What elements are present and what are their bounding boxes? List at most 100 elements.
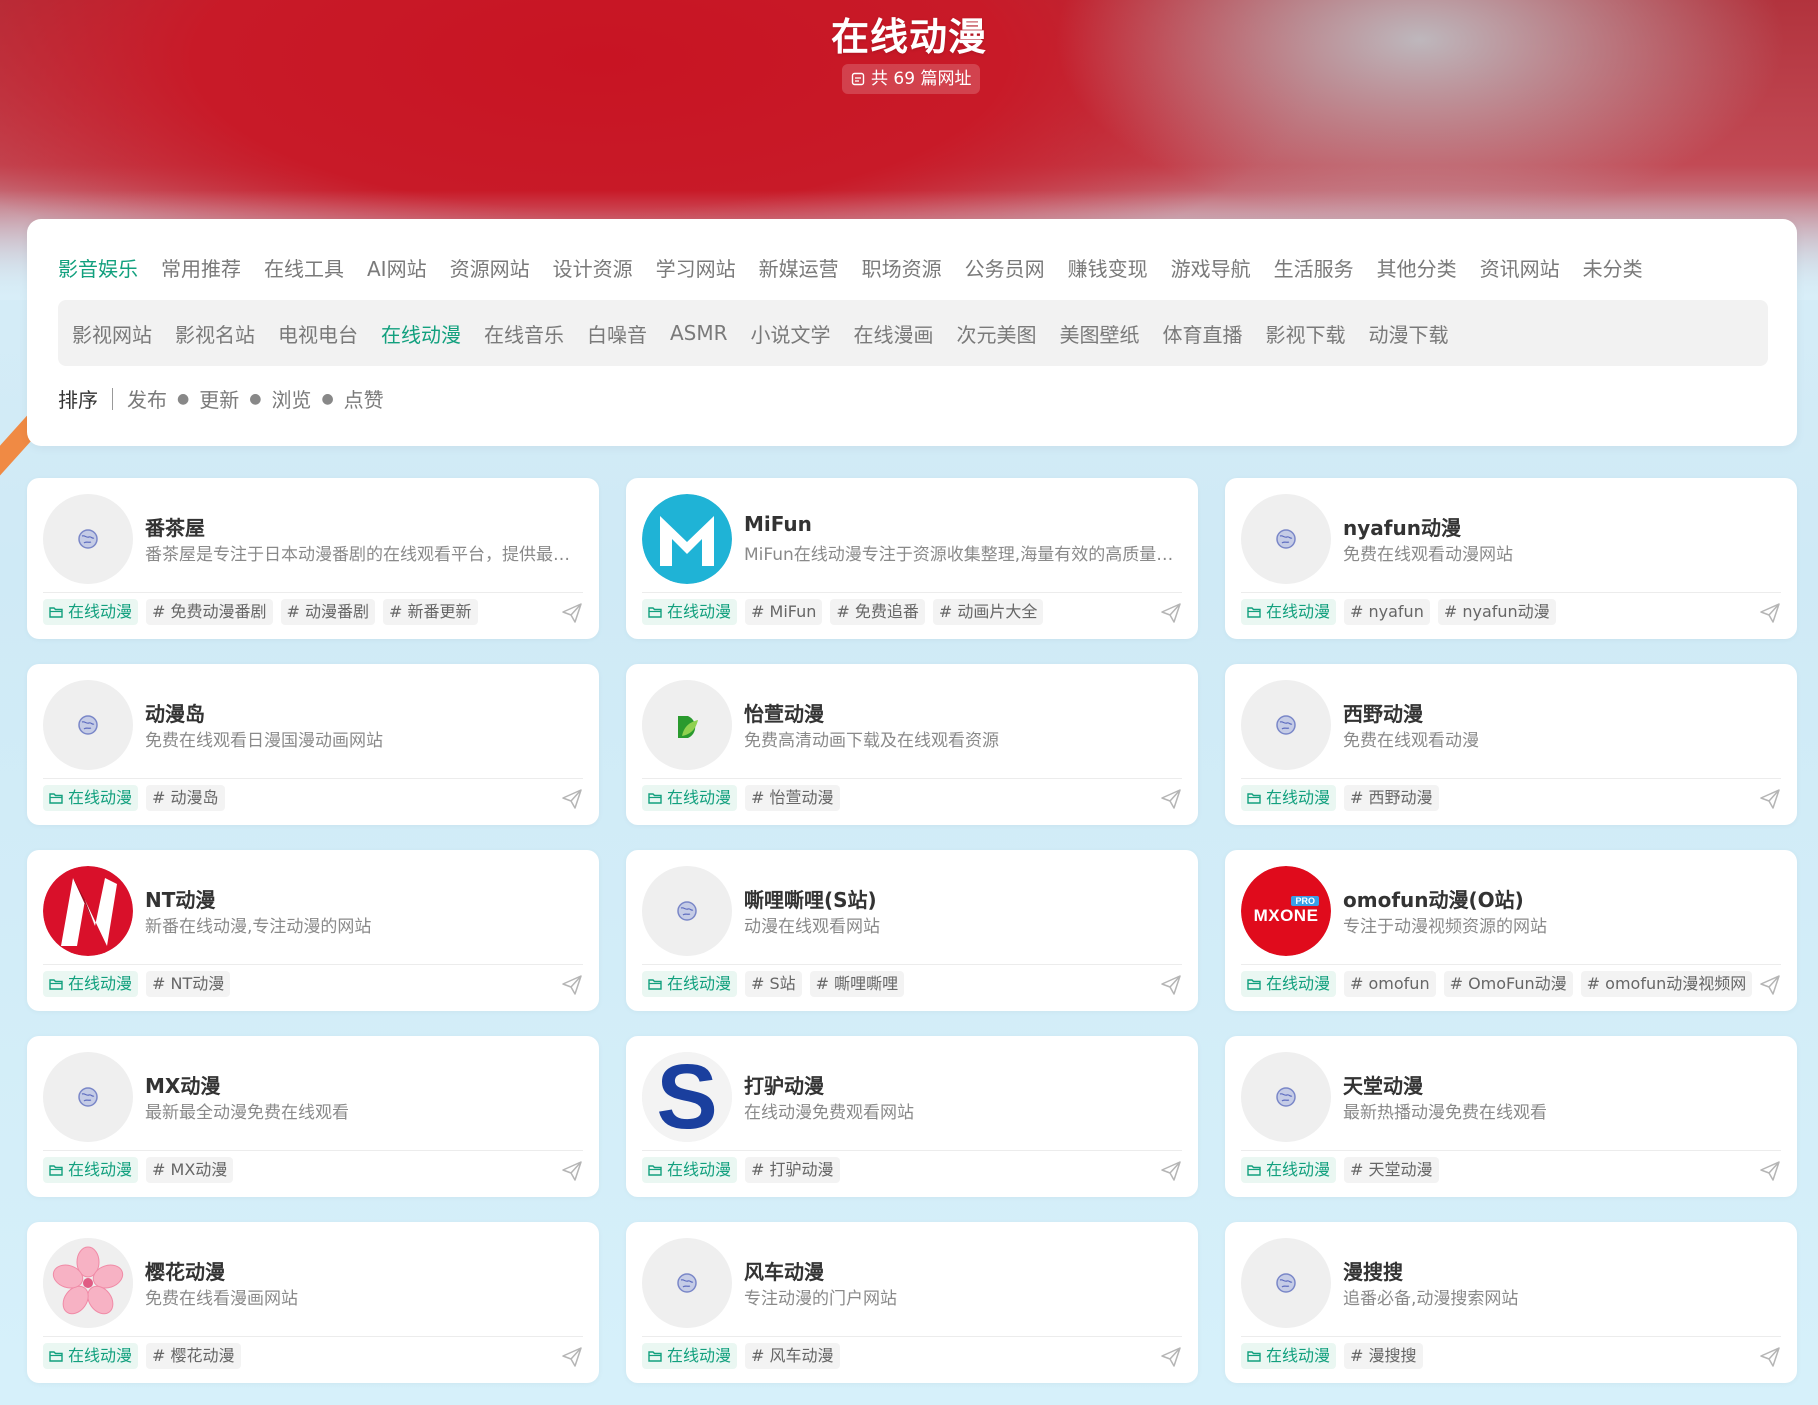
site-card[interactable]: 怡萱动漫 免费高清动画下载及在线观看资源 在线动漫 # 怡萱动漫 [626,664,1198,825]
category-tab[interactable]: AI网站 [367,253,427,282]
tag-link[interactable]: # S站 [745,971,802,997]
tag-link[interactable]: # 漫搜搜 [1344,1343,1423,1369]
tag-link[interactable]: # OmoFun动漫 [1443,971,1573,997]
category-tag[interactable]: 在线动漫 [1241,599,1337,625]
category-tab[interactable]: 新媒运营 [759,253,839,282]
send-icon[interactable] [561,1346,583,1368]
site-name[interactable]: 樱花动漫 [145,1256,225,1285]
category-tag[interactable]: 在线动漫 [1241,1157,1337,1183]
site-name[interactable]: 打驴动漫 [744,1070,824,1099]
category-tag[interactable]: 在线动漫 [642,599,738,625]
subcategory-tab[interactable]: 影视网站 [72,319,152,348]
tag-link[interactable]: # 嘶哩嘶哩 [809,971,905,997]
category-tab[interactable]: 生活服务 [1274,253,1354,282]
send-icon[interactable] [1160,788,1182,810]
send-icon[interactable] [1759,1160,1781,1182]
site-name[interactable]: omofun动漫(O站) [1343,884,1524,913]
site-logo[interactable]: S [642,1052,732,1142]
site-name[interactable]: MiFun [744,512,812,536]
site-card[interactable]: NT动漫 新番在线动漫,专注动漫的网站 在线动漫 # NT动漫 [27,850,599,1011]
tag-link[interactable]: # nyafun动漫 [1437,599,1556,625]
subcategory-tab[interactable]: 动漫下载 [1369,319,1449,348]
category-tag[interactable]: 在线动漫 [43,1343,139,1369]
tag-link[interactable]: # 风车动漫 [745,1343,840,1369]
site-card[interactable]: 风车动漫 专注动漫的门户网站 在线动漫 # 风车动漫 [626,1222,1198,1383]
tag-link[interactable]: # MX动漫 [146,1157,234,1183]
category-tab[interactable]: 未分类 [1583,253,1643,282]
tag-link[interactable]: # MiFun [745,599,823,625]
send-icon[interactable] [1160,602,1182,624]
tag-link[interactable]: # nyafun [1344,599,1430,625]
tag-link[interactable]: # 免费追番 [830,599,925,625]
tag-link[interactable]: # 免费动漫番剧 [146,599,273,625]
site-card[interactable]: nyafun动漫 免费在线观看动漫网站 在线动漫 # nyafun # nyafu… [1225,478,1797,639]
site-name[interactable]: MX动漫 [145,1070,220,1099]
site-logo[interactable] [1241,1238,1331,1328]
subcategory-tab[interactable]: 美图壁纸 [1060,319,1140,348]
subcategory-tab[interactable]: 在线漫画 [854,319,934,348]
site-name[interactable]: NT动漫 [145,884,215,913]
tag-link[interactable]: # 怡萱动漫 [745,785,840,811]
site-card[interactable]: PRO MXONE omofun动漫(O站) 专注于动漫视频资源的网站 在线动漫… [1225,850,1797,1011]
site-name[interactable]: 漫搜搜 [1343,1256,1403,1285]
category-tag[interactable]: 在线动漫 [1241,971,1337,997]
tag-link[interactable]: # 天堂动漫 [1344,1157,1439,1183]
tag-link[interactable]: # 动漫番剧 [280,599,376,625]
subcategory-tab[interactable]: 次元美图 [957,319,1037,348]
tag-link[interactable]: # omofun动漫视频网 [1580,971,1753,997]
subcategory-tab[interactable]: ASMR [670,321,728,345]
site-logo[interactable] [43,680,133,770]
site-card[interactable]: 樱花动漫 免费在线看漫画网站 在线动漫 # 樱花动漫 [27,1222,599,1383]
category-tab[interactable]: 资讯网站 [1480,253,1560,282]
subcategory-tab[interactable]: 白噪音 [587,319,647,348]
site-logo[interactable] [642,680,732,770]
tag-link[interactable]: # omofun [1344,971,1436,997]
subcategory-tab[interactable]: 在线音乐 [484,319,564,348]
sort-option-publish[interactable]: 发布 [127,384,167,413]
send-icon[interactable] [1160,1346,1182,1368]
site-logo[interactable] [1241,1052,1331,1142]
site-name[interactable]: 天堂动漫 [1343,1070,1423,1099]
site-logo[interactable] [1241,494,1331,584]
site-logo[interactable] [642,1238,732,1328]
category-tag[interactable]: 在线动漫 [642,1157,738,1183]
category-tab[interactable]: 赚钱变现 [1068,253,1148,282]
site-card[interactable]: 天堂动漫 最新热播动漫免费在线观看 在线动漫 # 天堂动漫 [1225,1036,1797,1197]
site-logo[interactable] [43,494,133,584]
site-logo[interactable] [43,1052,133,1142]
category-tag[interactable]: 在线动漫 [43,1157,139,1183]
category-tab[interactable]: 设计资源 [553,253,633,282]
category-tab[interactable]: 游戏导航 [1171,253,1251,282]
sort-option-likes[interactable]: 点赞 [344,384,384,413]
tag-link[interactable]: # 动画片大全 [932,599,1044,625]
category-tab[interactable]: 常用推荐 [161,253,241,282]
category-tag[interactable]: 在线动漫 [642,1343,738,1369]
category-tab[interactable]: 学习网站 [656,253,736,282]
site-logo[interactable] [1241,680,1331,770]
subcategory-tab[interactable]: 影视名站 [175,319,255,348]
category-tag[interactable]: 在线动漫 [642,785,738,811]
send-icon[interactable] [561,1160,583,1182]
site-card[interactable]: 番茶屋 番茶屋是专注于日本动漫番剧的在线观看平台，提供最新番剧和经典动漫资源 在… [27,478,599,639]
site-logo[interactable] [43,1238,133,1328]
category-tag[interactable]: 在线动漫 [43,971,139,997]
sort-option-views[interactable]: 浏览 [271,384,311,413]
site-logo[interactable] [642,494,732,584]
category-tab[interactable]: 影音娱乐 [58,253,138,282]
tag-link[interactable]: # 动漫岛 [146,785,225,811]
category-tab[interactable]: 在线工具 [264,253,344,282]
site-card[interactable]: 动漫岛 免费在线观看日漫国漫动画网站 在线动漫 # 动漫岛 [27,664,599,825]
send-icon[interactable] [561,788,583,810]
tag-link[interactable]: # 西野动漫 [1344,785,1439,811]
category-tab[interactable]: 其他分类 [1377,253,1457,282]
subcategory-tab[interactable]: 电视电台 [278,319,358,348]
site-name[interactable]: 番茶屋 [145,512,205,541]
category-tag[interactable]: 在线动漫 [43,785,139,811]
send-icon[interactable] [1759,788,1781,810]
send-icon[interactable] [1759,602,1781,624]
subcategory-tab[interactable]: 影视下载 [1266,319,1346,348]
category-tab[interactable]: 公务员网 [965,253,1045,282]
site-logo[interactable]: PRO MXONE [1241,866,1331,956]
site-name[interactable]: 动漫岛 [145,698,205,727]
site-name[interactable]: 风车动漫 [744,1256,824,1285]
